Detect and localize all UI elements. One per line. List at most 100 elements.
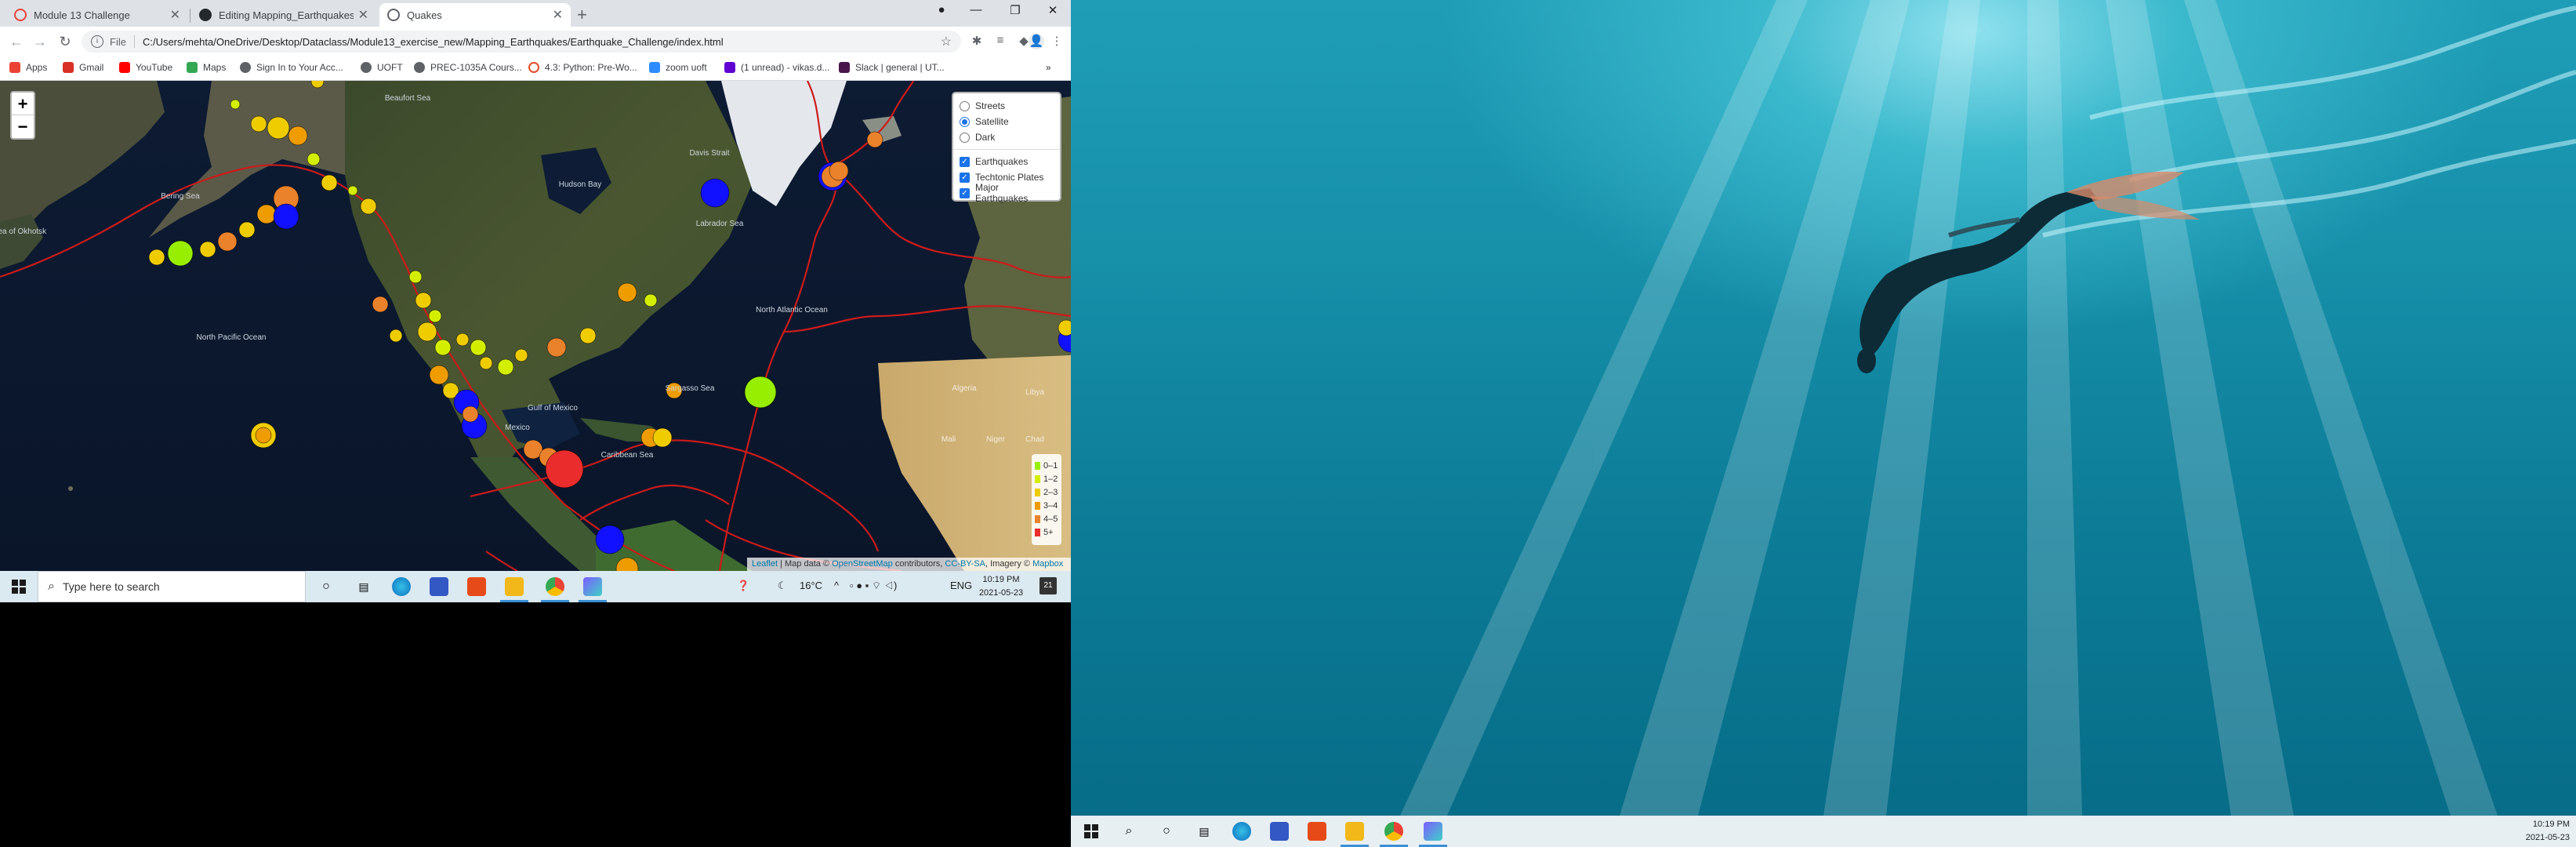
cortana-icon[interactable]: ○: [1157, 822, 1176, 841]
bookmark-star-icon[interactable]: ☆: [941, 34, 952, 49]
bookmark-sign-in[interactable]: Sign In to Your Acc...: [240, 62, 343, 73]
info-icon[interactable]: i: [91, 35, 103, 48]
close-icon[interactable]: ✕: [170, 7, 180, 23]
underwater-wallpaper: [1400, 0, 2576, 816]
overlay-major-earthquakes[interactable]: ✓ Major Earthquakes: [960, 182, 1054, 204]
quake-marker: [417, 322, 437, 342]
quake-marker: [199, 241, 216, 258]
tab-github[interactable]: Editing Mapping_Earthquakes/R ✕: [191, 3, 376, 27]
minimize-button[interactable]: —: [964, 3, 988, 16]
radio-button[interactable]: [960, 100, 970, 111]
zoom-out-button[interactable]: −: [12, 115, 34, 138]
file-explorer-icon[interactable]: [1341, 822, 1369, 847]
bookmark-label: YouTube: [136, 62, 173, 73]
earthquake-map[interactable]: Bering Sea Sea of Okhotsk North Pacific …: [0, 81, 1071, 571]
base-layer-dark[interactable]: Dark: [960, 129, 1054, 145]
bookmark-gmail[interactable]: Gmail: [63, 62, 103, 73]
new-tab-button[interactable]: +: [577, 5, 587, 25]
search-icon[interactable]: ⌕: [1119, 822, 1138, 841]
reload-button[interactable]: ↻: [56, 34, 74, 50]
zoom-in-button[interactable]: +: [12, 93, 34, 115]
windows-start-icon[interactable]: [9, 577, 28, 596]
edge-icon[interactable]: [392, 577, 411, 596]
checkbox[interactable]: ✓: [960, 172, 970, 183]
satellite-basemap[interactable]: Bering Sea Sea of Okhotsk North Pacific …: [0, 81, 1071, 571]
overlay-earthquakes[interactable]: ✓ Earthquakes: [960, 154, 1054, 169]
restore-button[interactable]: ❐: [1003, 3, 1027, 17]
back-button[interactable]: ←: [8, 34, 25, 50]
quake-marker: [470, 339, 487, 356]
close-icon[interactable]: ✕: [358, 7, 368, 23]
bookmark-zoom[interactable]: zoom uoft: [649, 62, 707, 73]
chrome-icon[interactable]: [541, 577, 569, 602]
bookmark-youtube[interactable]: YouTube: [119, 62, 172, 73]
menu-kebab-icon[interactable]: ⋮: [1049, 34, 1065, 49]
base-layer-streets[interactable]: Streets: [960, 98, 1054, 114]
cortana-icon[interactable]: ○: [317, 577, 336, 596]
checkbox[interactable]: ✓: [960, 187, 970, 198]
notification-center-icon[interactable]: 21: [1039, 577, 1057, 594]
maps-icon: [187, 62, 198, 73]
tab-title: Editing Mapping_Earthquakes/R: [219, 9, 354, 21]
quake-marker: [428, 309, 442, 323]
task-view-icon[interactable]: ▤: [1195, 822, 1214, 841]
quake-marker: [866, 131, 883, 148]
clock-date: 2021-05-23: [2525, 833, 2570, 842]
chrome-icon[interactable]: [1380, 822, 1408, 847]
weather-temp[interactable]: 16°C: [800, 580, 822, 591]
url-text[interactable]: C:/Users/mehta/OneDrive/Desktop/Dataclas…: [143, 36, 724, 48]
quake-marker: [434, 339, 452, 356]
layer-label: Major Earthquakes: [975, 182, 1029, 204]
leaflet-link[interactable]: Leaflet: [752, 559, 778, 569]
avatar[interactable]: 👤: [1029, 34, 1044, 49]
radio-button[interactable]: [960, 116, 970, 127]
attribution-text: contributors,: [894, 559, 943, 569]
layer-control: Streets Satellite Dark ✓ Earthquakes ✓ Tec…: [952, 92, 1061, 204]
profile-record-icon[interactable]: ●: [930, 3, 953, 16]
tab-quakes[interactable]: Quakes ✕: [379, 3, 571, 27]
address-bar[interactable]: i File C:/Users/mehta/OneDrive/Desktop/D…: [82, 31, 961, 53]
bookmark-slack[interactable]: Slack | general | UT...: [839, 62, 945, 73]
app-icon[interactable]: [1419, 822, 1447, 847]
app-icon[interactable]: [579, 577, 607, 602]
close-icon[interactable]: ✕: [553, 7, 563, 23]
quake-marker: [479, 356, 493, 370]
bookmark-prec[interactable]: PREC-1035A Cours...: [414, 62, 522, 73]
office-icon[interactable]: [1308, 822, 1326, 841]
task-view-icon[interactable]: ▤: [354, 577, 373, 596]
windows-start-icon[interactable]: [1082, 822, 1101, 841]
teams-icon[interactable]: [1270, 822, 1289, 841]
bookmark-uoft[interactable]: UOFT: [361, 62, 403, 73]
tab-module13[interactable]: Module 13 Challenge ✕: [6, 3, 188, 27]
radio-button[interactable]: [960, 132, 970, 143]
extensions-icon[interactable]: ✱: [969, 34, 985, 49]
checkbox[interactable]: ✓: [960, 156, 970, 167]
edge-icon[interactable]: [1232, 822, 1251, 841]
globe-icon: [414, 62, 425, 73]
office-icon[interactable]: [467, 577, 486, 596]
bookmark-yahoo-mail[interactable]: (1 unread) - vikas.d...: [724, 62, 829, 73]
chevron-up-icon[interactable]: ^: [834, 580, 839, 591]
forward-button[interactable]: →: [31, 34, 49, 50]
help-icon[interactable]: ❓: [737, 580, 749, 592]
tray-icons[interactable]: ▫ ● ▪ ⌔ ◁): [850, 580, 897, 592]
taskbar-clock[interactable]: 10:19 PM 2021-05-23: [2515, 818, 2570, 845]
mapbox-link[interactable]: Mapbox: [1032, 559, 1063, 569]
reading-list-icon[interactable]: ≡: [992, 34, 1008, 49]
more-bookmarks-icon[interactable]: »: [1046, 62, 1051, 73]
close-window-button[interactable]: ✕: [1041, 3, 1065, 17]
file-explorer-icon[interactable]: [500, 577, 528, 602]
bookmark-apps[interactable]: Apps: [9, 62, 47, 73]
weather-icon[interactable]: ☾: [778, 580, 787, 592]
spinner-icon: [528, 62, 539, 73]
osm-link[interactable]: OpenStreetMap: [832, 559, 893, 569]
taskbar-clock[interactable]: 10:19 PM 2021-05-23: [966, 573, 1036, 600]
bookmark-label: PREC-1035A Cours...: [430, 62, 522, 73]
base-layer-satellite[interactable]: Satellite: [960, 114, 1054, 129]
taskbar-search[interactable]: ⌕ Type here to search: [38, 571, 306, 602]
bookmark-maps[interactable]: Maps: [187, 62, 226, 73]
teams-icon[interactable]: [430, 577, 448, 596]
cc-link[interactable]: CC-BY-SA: [945, 559, 985, 569]
quake-marker: [267, 116, 290, 140]
bookmark-python[interactable]: 4.3: Python: Pre-Wo...: [528, 62, 637, 73]
